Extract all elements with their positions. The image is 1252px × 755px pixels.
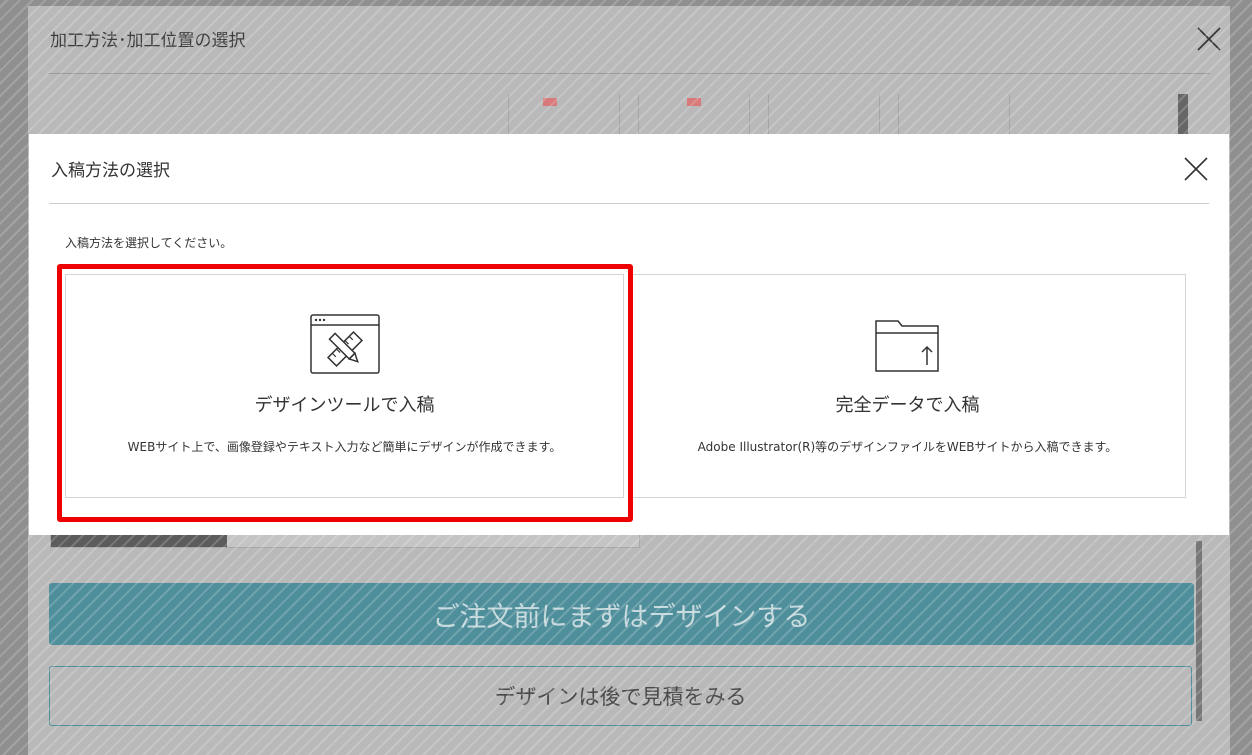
position-marker [543,98,557,106]
outer-dialog-title: 加工方法･加工位置の選択 [50,31,246,51]
complete-data-option[interactable]: 完全データで入稿 Adobe Illustrator(R)等のデザインファイルを… [629,274,1186,498]
progress-fill [51,533,228,547]
close-icon[interactable] [1179,152,1213,186]
position-thumbnail[interactable] [768,94,880,138]
position-thumbnail[interactable] [898,94,1010,138]
submission-method-modal: 入稿方法の選択 入稿方法を選択してください。 デザインツールで入稿 WEBサイト… [29,134,1229,535]
position-thumbnail[interactable] [508,94,620,138]
option-description: WEBサイト上で、画像登録やテキスト入力など簡単にデザインが作成できます。 [127,440,562,454]
modal-divider [49,203,1209,204]
option-title: デザインツールで入稿 [254,395,435,416]
option-description: Adobe Illustrator(R)等のデザインファイルをWEBサイトから入… [697,440,1118,454]
option-title: 完全データで入稿 [835,395,980,416]
outer-scrollbar-lower[interactable] [1196,541,1202,721]
outer-divider [48,73,1210,74]
folder-upload-icon [874,320,939,372]
position-thumbnail[interactable] [638,94,750,138]
outer-close-icon[interactable] [1192,22,1226,56]
modal-title: 入稿方法の選択 [51,161,170,181]
modal-instruction: 入稿方法を選択してください。 [65,236,233,250]
outer-scrollbar[interactable] [1178,94,1188,138]
design-tool-option[interactable]: デザインツールで入稿 WEBサイト上で、画像登録やテキスト入力など簡単にデザイン… [65,274,624,498]
design-now-button[interactable]: ご注文前にまずはデザインする [49,583,1194,645]
design-tool-icon [309,314,380,374]
position-thumbnail-strip [508,94,1028,138]
position-marker [687,98,701,106]
estimate-later-button[interactable]: デザインは後で見積をみる [49,666,1192,726]
